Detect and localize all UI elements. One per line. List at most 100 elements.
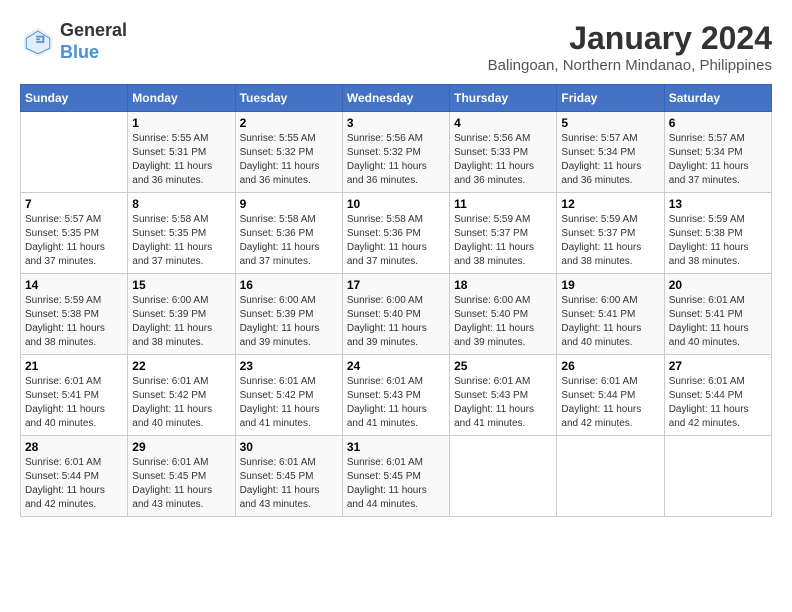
day-number: 21 xyxy=(25,359,123,373)
weekday-header-monday: Monday xyxy=(128,85,235,112)
day-number: 3 xyxy=(347,116,445,130)
calendar-cell: 23 Sunrise: 6:01 AM Sunset: 5:42 PM Dayli… xyxy=(235,355,342,436)
weekday-header-saturday: Saturday xyxy=(664,85,771,112)
calendar-subtitle: Balingoan, Northern Mindanao, Philippine… xyxy=(488,57,772,74)
day-info: Sunrise: 5:57 AM Sunset: 5:34 PM Dayligh… xyxy=(561,132,659,188)
weekday-header-tuesday: Tuesday xyxy=(235,85,342,112)
weekday-header-friday: Friday xyxy=(557,85,664,112)
day-info: Sunrise: 5:57 AM Sunset: 5:34 PM Dayligh… xyxy=(669,132,767,188)
day-number: 4 xyxy=(454,116,552,130)
calendar-header: SundayMondayTuesdayWednesdayThursdayFrid… xyxy=(21,85,772,112)
day-info: Sunrise: 6:00 AM Sunset: 5:41 PM Dayligh… xyxy=(561,294,659,350)
day-info: Sunrise: 5:59 AM Sunset: 5:37 PM Dayligh… xyxy=(454,213,552,269)
day-number: 23 xyxy=(240,359,338,373)
day-number: 9 xyxy=(240,197,338,211)
calendar-cell: 13 Sunrise: 5:59 AM Sunset: 5:38 PM Dayli… xyxy=(664,193,771,274)
day-number: 14 xyxy=(25,278,123,292)
calendar-cell: 22 Sunrise: 6:01 AM Sunset: 5:42 PM Dayli… xyxy=(128,355,235,436)
logo-blue: Blue xyxy=(60,42,99,62)
day-number: 29 xyxy=(132,440,230,454)
day-info: Sunrise: 6:01 AM Sunset: 5:45 PM Dayligh… xyxy=(347,456,445,512)
weekday-header-row: SundayMondayTuesdayWednesdayThursdayFrid… xyxy=(21,85,772,112)
calendar-cell: 19Sunrise: 6:00 AM Sunset: 5:41 PM Dayli… xyxy=(557,274,664,355)
logo-general: General xyxy=(60,20,127,40)
calendar-body: 1 Sunrise: 5:55 AM Sunset: 5:31 PM Daylig… xyxy=(21,112,772,517)
calendar-cell: 11 Sunrise: 5:59 AM Sunset: 5:37 PM Dayli… xyxy=(450,193,557,274)
day-number: 22 xyxy=(132,359,230,373)
day-info: Sunrise: 5:58 AM Sunset: 5:36 PM Dayligh… xyxy=(347,213,445,269)
day-info: Sunrise: 6:01 AM Sunset: 5:44 PM Dayligh… xyxy=(669,375,767,431)
calendar-week-row: 1 Sunrise: 5:55 AM Sunset: 5:31 PM Daylig… xyxy=(21,112,772,193)
day-info: Sunrise: 5:56 AM Sunset: 5:33 PM Dayligh… xyxy=(454,132,552,188)
calendar-cell: 17Sunrise: 6:00 AM Sunset: 5:40 PM Dayli… xyxy=(342,274,449,355)
day-number: 13 xyxy=(669,197,767,211)
day-info: Sunrise: 5:59 AM Sunset: 5:38 PM Dayligh… xyxy=(25,294,123,350)
calendar-week-row: 14 Sunrise: 5:59 AM Sunset: 5:38 PM Dayli… xyxy=(21,274,772,355)
day-number: 11 xyxy=(454,197,552,211)
calendar-cell: 25Sunrise: 6:01 AM Sunset: 5:43 PM Dayli… xyxy=(450,355,557,436)
calendar-cell: 24Sunrise: 6:01 AM Sunset: 5:43 PM Dayli… xyxy=(342,355,449,436)
calendar-week-row: 21Sunrise: 6:01 AM Sunset: 5:41 PM Dayli… xyxy=(21,355,772,436)
day-number: 2 xyxy=(240,116,338,130)
day-info: Sunrise: 5:58 AM Sunset: 5:35 PM Dayligh… xyxy=(132,213,230,269)
calendar-cell: 31 Sunrise: 6:01 AM Sunset: 5:45 PM Dayli… xyxy=(342,436,449,517)
day-number: 17 xyxy=(347,278,445,292)
day-number: 27 xyxy=(669,359,767,373)
day-number: 28 xyxy=(25,440,123,454)
day-info: Sunrise: 5:55 AM Sunset: 5:32 PM Dayligh… xyxy=(240,132,338,188)
day-number: 24 xyxy=(347,359,445,373)
calendar-cell: 26 Sunrise: 6:01 AM Sunset: 5:44 PM Dayli… xyxy=(557,355,664,436)
day-number: 25 xyxy=(454,359,552,373)
weekday-header-sunday: Sunday xyxy=(21,85,128,112)
day-info: Sunrise: 6:01 AM Sunset: 5:45 PM Dayligh… xyxy=(240,456,338,512)
day-number: 12 xyxy=(561,197,659,211)
day-number: 26 xyxy=(561,359,659,373)
day-info: Sunrise: 6:01 AM Sunset: 5:41 PM Dayligh… xyxy=(669,294,767,350)
day-info: Sunrise: 5:59 AM Sunset: 5:38 PM Dayligh… xyxy=(669,213,767,269)
day-number: 31 xyxy=(347,440,445,454)
day-number: 5 xyxy=(561,116,659,130)
page-header: General Blue January 2024 Balingoan, Nor… xyxy=(20,20,772,74)
day-info: Sunrise: 5:58 AM Sunset: 5:36 PM Dayligh… xyxy=(240,213,338,269)
calendar-title: January 2024 xyxy=(488,20,772,57)
logo: General Blue xyxy=(20,20,127,63)
day-number: 16 xyxy=(240,278,338,292)
day-info: Sunrise: 5:59 AM Sunset: 5:37 PM Dayligh… xyxy=(561,213,659,269)
day-number: 6 xyxy=(669,116,767,130)
day-info: Sunrise: 6:01 AM Sunset: 5:45 PM Dayligh… xyxy=(132,456,230,512)
calendar-cell xyxy=(664,436,771,517)
logo-text: General Blue xyxy=(60,20,127,63)
calendar-cell: 3Sunrise: 5:56 AM Sunset: 5:32 PM Daylig… xyxy=(342,112,449,193)
day-info: Sunrise: 6:01 AM Sunset: 5:44 PM Dayligh… xyxy=(561,375,659,431)
day-info: Sunrise: 5:55 AM Sunset: 5:31 PM Dayligh… xyxy=(132,132,230,188)
day-info: Sunrise: 6:00 AM Sunset: 5:40 PM Dayligh… xyxy=(454,294,552,350)
day-number: 7 xyxy=(25,197,123,211)
day-number: 1 xyxy=(132,116,230,130)
day-number: 20 xyxy=(669,278,767,292)
calendar-week-row: 28Sunrise: 6:01 AM Sunset: 5:44 PM Dayli… xyxy=(21,436,772,517)
calendar-cell: 28Sunrise: 6:01 AM Sunset: 5:44 PM Dayli… xyxy=(21,436,128,517)
logo-icon xyxy=(20,24,56,60)
day-info: Sunrise: 5:57 AM Sunset: 5:35 PM Dayligh… xyxy=(25,213,123,269)
calendar-cell: 6 Sunrise: 5:57 AM Sunset: 5:34 PM Daylig… xyxy=(664,112,771,193)
calendar-cell: 1 Sunrise: 5:55 AM Sunset: 5:31 PM Daylig… xyxy=(128,112,235,193)
day-number: 15 xyxy=(132,278,230,292)
day-number: 10 xyxy=(347,197,445,211)
calendar-cell xyxy=(557,436,664,517)
calendar-cell: 5 Sunrise: 5:57 AM Sunset: 5:34 PM Daylig… xyxy=(557,112,664,193)
calendar-cell: 14 Sunrise: 5:59 AM Sunset: 5:38 PM Dayli… xyxy=(21,274,128,355)
calendar-cell: 4 Sunrise: 5:56 AM Sunset: 5:33 PM Daylig… xyxy=(450,112,557,193)
day-info: Sunrise: 6:01 AM Sunset: 5:42 PM Dayligh… xyxy=(240,375,338,431)
calendar-cell: 18Sunrise: 6:00 AM Sunset: 5:40 PM Dayli… xyxy=(450,274,557,355)
calendar-week-row: 7 Sunrise: 5:57 AM Sunset: 5:35 PM Daylig… xyxy=(21,193,772,274)
calendar-cell: 9 Sunrise: 5:58 AM Sunset: 5:36 PM Daylig… xyxy=(235,193,342,274)
day-number: 8 xyxy=(132,197,230,211)
day-info: Sunrise: 6:01 AM Sunset: 5:42 PM Dayligh… xyxy=(132,375,230,431)
weekday-header-wednesday: Wednesday xyxy=(342,85,449,112)
day-info: Sunrise: 6:00 AM Sunset: 5:39 PM Dayligh… xyxy=(132,294,230,350)
calendar-cell: 16Sunrise: 6:00 AM Sunset: 5:39 PM Dayli… xyxy=(235,274,342,355)
calendar-cell: 27 Sunrise: 6:01 AM Sunset: 5:44 PM Dayli… xyxy=(664,355,771,436)
calendar-cell: 20 Sunrise: 6:01 AM Sunset: 5:41 PM Dayli… xyxy=(664,274,771,355)
calendar-cell: 7 Sunrise: 5:57 AM Sunset: 5:35 PM Daylig… xyxy=(21,193,128,274)
calendar-cell: 2 Sunrise: 5:55 AM Sunset: 5:32 PM Daylig… xyxy=(235,112,342,193)
